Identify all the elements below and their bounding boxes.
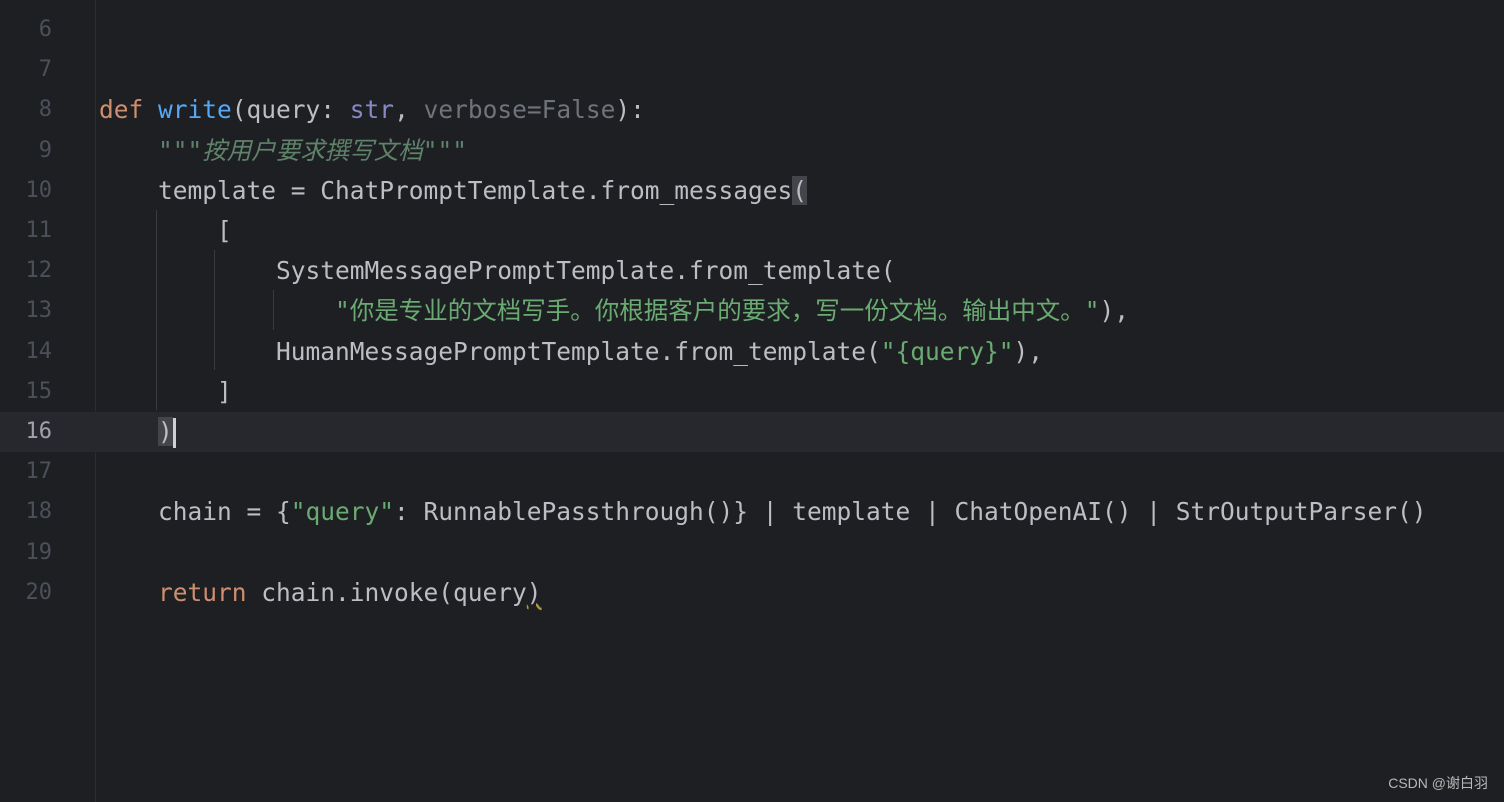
code-token: ), [1099, 296, 1130, 326]
code-text[interactable]: "你是专业的文档写手。你根据客户的要求，写一份文档。输出中文。"), [99, 291, 1129, 331]
code-line[interactable]: 16 ) [0, 412, 1504, 452]
code-token: chain = { [99, 497, 291, 527]
line-number[interactable]: 18 [0, 492, 53, 532]
line-number[interactable]: 14 [0, 332, 53, 372]
code-text[interactable]: """按用户要求撰写文档""" [99, 131, 467, 171]
code-line[interactable]: 13 "你是专业的文档写手。你根据客户的要求，写一份文档。输出中文。"), [0, 291, 1504, 331]
line-number[interactable]: 10 [0, 171, 53, 211]
code-text[interactable]: HumanMessagePromptTemplate.from_template… [99, 332, 1043, 372]
line-number[interactable]: 17 [0, 452, 53, 492]
code-line[interactable]: 17 [0, 452, 1504, 492]
code-line[interactable]: 14 HumanMessagePromptTemplate.from_templ… [0, 332, 1504, 372]
code-text[interactable]: [ [99, 211, 232, 251]
code-text[interactable]: ] [99, 372, 232, 412]
code-text[interactable]: return chain.invoke(query) [99, 573, 542, 613]
line-number[interactable]: 12 [0, 251, 53, 291]
line-number[interactable]: 7 [0, 50, 52, 90]
code-token: (query: [231, 95, 350, 125]
code-line[interactable]: 11 [ [0, 211, 1504, 251]
code-line[interactable]: 20 return chain.invoke(query) [0, 573, 1504, 613]
text-caret [172, 418, 176, 448]
code-token: ] [99, 376, 232, 406]
code-line[interactable]: 9 """按用户要求撰写文档""" [0, 131, 1504, 171]
code-token: write [158, 95, 232, 125]
line-number[interactable]: 20 [0, 573, 53, 613]
code-token: verbose=False [423, 95, 616, 125]
code-token: SystemMessagePromptTemplate.from_templat… [99, 256, 896, 286]
code-line[interactable]: 15 ] [0, 372, 1504, 412]
code-token: ), [1013, 336, 1044, 366]
code-token: chain.invoke(query [246, 577, 527, 607]
line-number[interactable]: 8 [0, 90, 52, 130]
line-number[interactable]: 11 [0, 211, 53, 251]
code-token: """按用户要求撰写文档""" [158, 135, 468, 165]
code-token: "query" [290, 497, 395, 527]
code-text[interactable]: ) [99, 412, 176, 452]
line-number[interactable]: 16 [0, 412, 53, 452]
code-line[interactable]: 8 def write(query: str, verbose=False): [0, 90, 1504, 130]
code-text[interactable]: chain = {"query": RunnablePassthrough()}… [99, 492, 1427, 532]
watermark: CSDN @谢白羽 [1388, 775, 1488, 791]
line-number[interactable]: 19 [0, 533, 53, 573]
code-token: ) [158, 417, 173, 446]
code-line[interactable]: 10 template = ChatPromptTemplate.from_me… [0, 171, 1504, 211]
code-line[interactable]: 7 [0, 50, 1504, 90]
code-token: str [349, 95, 395, 125]
indent-guide [156, 210, 157, 410]
indent-guide [214, 250, 215, 370]
code-line[interactable]: 12 SystemMessagePromptTemplate.from_temp… [0, 251, 1504, 291]
line-number[interactable]: 13 [0, 291, 53, 331]
code-line[interactable]: 19 [0, 533, 1504, 573]
code-token: def [99, 95, 159, 125]
code-text[interactable]: def write(query: str, verbose=False): [99, 90, 645, 130]
indent-guide [273, 290, 274, 330]
code-token: : RunnablePassthrough()} | template | Ch… [394, 497, 1427, 527]
code-line[interactable]: 18 chain = {"query": RunnablePassthrough… [0, 492, 1504, 532]
line-number[interactable]: 6 [0, 10, 52, 50]
code-token: HumanMessagePromptTemplate.from_template… [99, 336, 881, 366]
code-token: ): [615, 95, 645, 125]
line-number[interactable]: 15 [0, 372, 53, 412]
code-token: ) [526, 577, 542, 607]
code-text[interactable]: SystemMessagePromptTemplate.from_templat… [99, 251, 896, 291]
code-line[interactable]: 6 [0, 10, 1504, 50]
code-token: [ [99, 216, 232, 245]
code-text[interactable]: template = ChatPromptTemplate.from_messa… [99, 171, 808, 211]
code-token: "{query}" [880, 336, 1014, 366]
code-token: return [158, 577, 247, 607]
line-number[interactable]: 9 [0, 131, 52, 171]
code-token: "你是专业的文档写手。你根据客户的要求，写一份文档。输出中文。" [335, 296, 1100, 326]
code-token: template = ChatPromptTemplate.from_messa… [99, 175, 793, 205]
code-token: , [394, 95, 424, 125]
code-token: ( [792, 175, 808, 205]
